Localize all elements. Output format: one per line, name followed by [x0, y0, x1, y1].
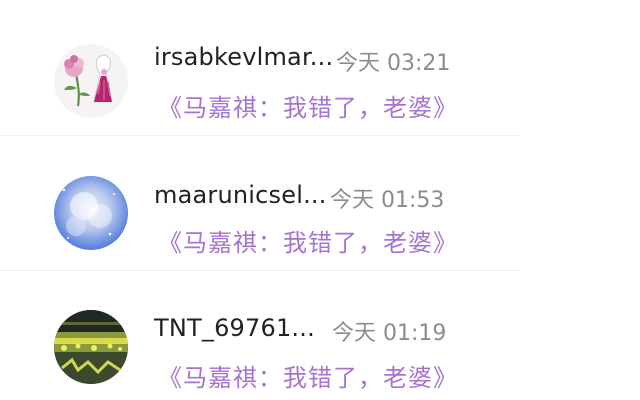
- message-list: irsabkevlmar... 今天 03:21 《马嘉祺：我错了，老婆》 ma…: [0, 0, 640, 400]
- timestamp: 今天 01:19: [332, 321, 447, 346]
- divider: [0, 135, 520, 136]
- username[interactable]: TNT_69761...: [154, 314, 315, 342]
- message-preview[interactable]: 《马嘉祺：我错了，老婆》: [158, 223, 458, 258]
- concert-crowd-avatar-image: [54, 310, 128, 384]
- message-preview[interactable]: 《马嘉祺：我错了，老婆》: [158, 88, 458, 123]
- list-item[interactable]: TNT_69761... 今天 01:19 《马嘉祺：我错了，老婆》: [0, 280, 640, 400]
- username[interactable]: irsabkevlmar...: [154, 43, 333, 71]
- avatar[interactable]: [54, 44, 128, 118]
- avatar[interactable]: [54, 310, 128, 384]
- list-item[interactable]: maarunicsel... 今天 01:53 《马嘉祺：我错了，老婆》: [0, 146, 640, 280]
- list-item[interactable]: irsabkevlmar... 今天 03:21 《马嘉祺：我错了，老婆》: [0, 12, 640, 146]
- divider: [0, 270, 520, 271]
- username[interactable]: maarunicsel...: [154, 181, 327, 209]
- flower-drawing-avatar-image: [54, 44, 128, 118]
- blue-sky-avatar-image: [54, 176, 128, 250]
- avatar[interactable]: [54, 176, 128, 250]
- timestamp: 今天 03:21: [336, 51, 451, 76]
- message-preview[interactable]: 《马嘉祺：我错了，老婆》: [158, 358, 458, 393]
- timestamp: 今天 01:53: [330, 188, 445, 213]
